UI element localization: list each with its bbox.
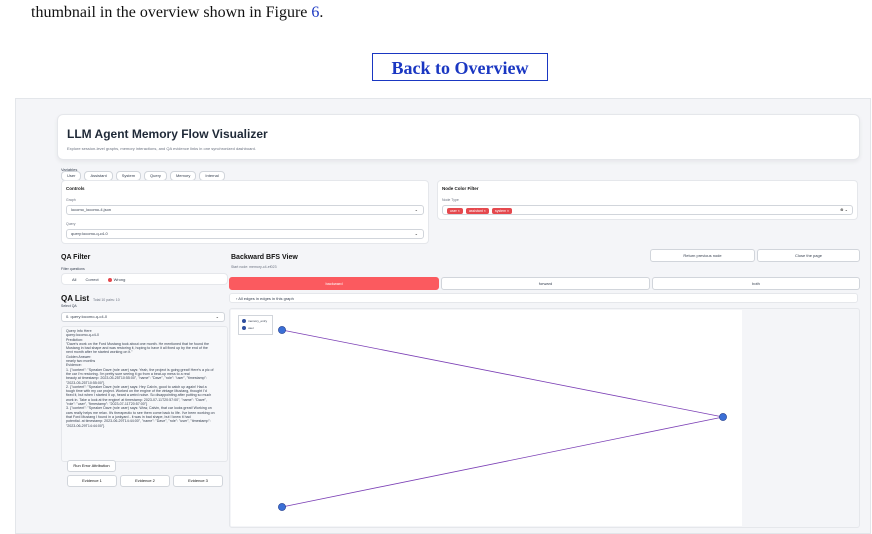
filter-questions-label: Filter questions <box>61 267 85 271</box>
graph-select[interactable]: locomo_locomo-4.json ⌄ <box>66 205 424 215</box>
node-type-tag-system[interactable]: system × <box>491 208 513 214</box>
back-to-overview-button[interactable]: Back to Overview <box>372 53 548 81</box>
qa-filter-wrong[interactable]: Wrong <box>107 277 125 282</box>
edges-toggle[interactable]: › All edges in edges in this graph <box>229 293 858 303</box>
chevron-down-icon: ⌄ <box>215 314 219 319</box>
node-type-label: Node Type <box>442 198 459 202</box>
direction-both-button[interactable]: both <box>652 277 860 290</box>
qa-list-count: Total 10 pairs: 10 <box>93 298 120 302</box>
select-qa-label: Select QA <box>61 304 77 308</box>
evidence-2-button[interactable]: Evidence 2 <box>120 475 170 487</box>
qa-select[interactable]: 0. query:locomo-q-c4-0 ⌄ <box>61 312 225 322</box>
evidence-1-button[interactable]: Evidence 1 <box>67 475 117 487</box>
app-subtitle: Explore session-level graphs, memory int… <box>67 146 256 151</box>
edges-toggle-label: All edges in edges in this graph <box>238 296 294 301</box>
qa-list-title: QA List <box>61 294 90 303</box>
qa-filter-correct[interactable]: Correct <box>85 277 98 282</box>
document-text-prefix: thumbnail in the overview shown in Figur… <box>31 4 312 21</box>
graph-node[interactable] <box>719 413 727 421</box>
chevron-down-icon: ⌄ <box>414 207 418 212</box>
graph-select-value: locomo_locomo-4.json <box>71 207 112 212</box>
run-error-attribution-button[interactable]: Run Error Attribution <box>67 460 116 472</box>
graph-node[interactable] <box>278 326 286 334</box>
node-dot-icon <box>242 326 246 331</box>
close-page-button[interactable]: Close the page <box>757 249 860 262</box>
qa-filter-all[interactable]: All <box>72 277 76 282</box>
evidence-3-button[interactable]: Evidence 3 <box>173 475 223 487</box>
query-label: Query <box>66 222 76 226</box>
graph-label: Graph <box>66 198 76 202</box>
node-color-filter-title: Node Color Filter <box>442 186 479 191</box>
qa-detail-line: beauty at timestamp: 2023-05-25T10:55:00… <box>66 376 207 381</box>
node-dot-icon <box>242 319 246 324</box>
graph-legend-item: user <box>242 326 254 331</box>
direction-forward-button[interactable]: forward <box>441 277 650 290</box>
bfs-graph-panel <box>229 308 860 528</box>
qa-select-value: 0. query:locomo-q-c4-0 <box>66 314 108 319</box>
document-text-line: thumbnail in the overview shown in Figur… <box>31 4 323 22</box>
graph-edge <box>281 416 724 508</box>
node-type-tag-assistant[interactable]: assistant × <box>465 208 489 214</box>
query-select[interactable]: query:locomo-q-c4-0 ⌄ <box>66 229 424 239</box>
qa-detail-text: Query Info Here query:locomo-q-c4-0 Pred… <box>61 326 228 462</box>
qa-filter-options: All Correct Wrong <box>72 277 125 282</box>
bfs-start-node: Start node: memory-c4-ef023 <box>231 265 277 269</box>
graph-legend-item: memory_entry <box>242 319 267 324</box>
chevron-down-icon: ⌄ <box>414 231 418 236</box>
query-select-value: query:locomo-q-c4-0 <box>71 231 108 236</box>
graph-canvas[interactable] <box>231 310 742 526</box>
graph-edge <box>281 329 724 418</box>
bfs-view-title: Backward BFS View <box>231 254 298 261</box>
qa-detail-line: 3. {"content": "Speaker Dave (role user)… <box>66 406 212 411</box>
graph-svg <box>278 326 727 511</box>
clear-and-chevron-icon[interactable]: ⊗ ⌄ <box>840 206 848 214</box>
graph-legend: memory_entry user <box>238 315 273 335</box>
document-text-suffix: . <box>319 4 324 21</box>
qa-detail-line: "2023-06-29T14:44:00"} <box>66 423 105 428</box>
radio-selected-icon <box>107 277 112 282</box>
controls-title: Controls <box>66 186 85 191</box>
node-type-tag-user[interactable]: user × <box>447 208 463 214</box>
node-type-multiselect[interactable]: user × assistant × system × ⊗ ⌄ <box>442 205 853 215</box>
direction-backward-button[interactable]: backward <box>229 277 439 290</box>
graph-node[interactable] <box>278 503 286 511</box>
qa-filter-title: QA Filter <box>61 254 91 261</box>
qa-detail-line: potential. at timestamp: 2023-06-29T14:4… <box>66 419 211 424</box>
app-title: LLM Agent Memory Flow Visualizer <box>67 127 268 141</box>
return-previous-node-button[interactable]: Return previous node <box>650 249 755 262</box>
